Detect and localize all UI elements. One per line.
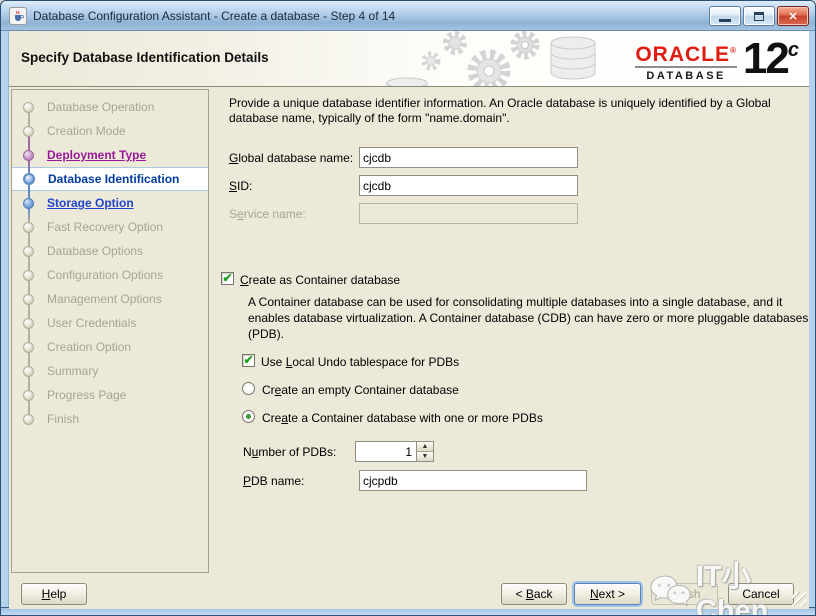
global-database-name-label: Global database name: bbox=[229, 151, 354, 165]
close-icon: ✕ bbox=[788, 10, 798, 23]
window-border-left bbox=[1, 31, 9, 609]
step-bullet bbox=[23, 125, 34, 137]
global-database-name-input[interactable] bbox=[359, 147, 578, 168]
sidebar-step-database-options: Database Options bbox=[12, 239, 208, 271]
sidebar-step-finish: Finish bbox=[12, 407, 208, 431]
logo-divider bbox=[635, 66, 737, 68]
dbca-window: Database Configuration Assistant - Creat… bbox=[0, 0, 816, 616]
step-bullet bbox=[23, 389, 34, 401]
radio-dot-icon bbox=[246, 414, 251, 419]
wizard-steps-sidebar: Database Operation Creation Mode Deploym… bbox=[11, 89, 209, 573]
sidebar-step-fast-recovery-option: Fast Recovery Option bbox=[12, 215, 208, 247]
service-name-label: Service name: bbox=[229, 207, 306, 221]
create-container-db-label: Create as Container database bbox=[240, 273, 401, 287]
edition-c: c bbox=[787, 39, 799, 61]
step-bullet bbox=[23, 149, 34, 161]
sid-input[interactable] bbox=[359, 175, 578, 196]
sidebar-step-creation-option: Creation Option bbox=[12, 335, 208, 367]
service-name-input bbox=[359, 203, 578, 224]
sidebar-step-progress-page: Progress Page bbox=[12, 383, 208, 415]
gears-database-art bbox=[386, 31, 596, 86]
step-bullet bbox=[23, 413, 34, 425]
local-undo-checkbox[interactable]: ✔ bbox=[242, 354, 255, 367]
create-container-with-pdbs-radio[interactable] bbox=[242, 410, 255, 423]
local-undo-label: Use Local Undo tablespace for PDBs bbox=[261, 355, 460, 369]
resize-grip[interactable] bbox=[792, 592, 806, 606]
number-of-pdbs-spinner: ▲ ▼ bbox=[417, 441, 434, 462]
version-12: 12 bbox=[742, 34, 790, 83]
step-bullet bbox=[23, 269, 34, 281]
content-area: Database Operation Creation Mode Deploym… bbox=[9, 87, 809, 609]
wizard-header: Specify Database Identification Details … bbox=[9, 31, 809, 86]
sidebar-step-user-credentials: User Credentials bbox=[12, 311, 208, 343]
registered-mark: ® bbox=[730, 46, 737, 55]
number-of-pdbs-input[interactable]: 1 bbox=[355, 441, 417, 462]
step-bullet-current bbox=[23, 173, 35, 185]
cancel-button[interactable]: Cancel bbox=[728, 583, 794, 605]
page-title: Specify Database Identification Details bbox=[21, 50, 269, 65]
oracle-wordmark: ORACLE bbox=[635, 43, 731, 66]
database-wordmark: DATABASE bbox=[646, 70, 726, 82]
back-button[interactable]: < Back bbox=[501, 583, 567, 605]
step-bullet bbox=[23, 365, 34, 377]
check-icon: ✔ bbox=[243, 352, 254, 367]
close-button[interactable]: ✕ bbox=[777, 6, 809, 26]
maximize-icon bbox=[754, 11, 764, 21]
sidebar-step-database-operation: Database Operation bbox=[12, 95, 208, 127]
minimize-button[interactable] bbox=[709, 6, 741, 26]
create-empty-container-radio[interactable] bbox=[242, 382, 255, 395]
step-bullet bbox=[23, 101, 34, 113]
titlebar[interactable]: Database Configuration Assistant - Creat… bbox=[1, 1, 815, 31]
sidebar-step-storage-option[interactable]: Storage Option bbox=[12, 191, 208, 223]
spinner-up-icon[interactable]: ▲ bbox=[417, 442, 433, 452]
pdb-name-input[interactable] bbox=[359, 470, 587, 491]
oracle-database-12c-logo: ORACLE® DATABASE 12 c bbox=[635, 37, 799, 82]
pdb-name-label: PDB name: bbox=[243, 474, 305, 488]
number-of-pdbs-label: Number of PDBs: bbox=[243, 445, 337, 459]
sidebar-step-deployment-type[interactable]: Deployment Type bbox=[12, 143, 208, 175]
sidebar-step-summary: Summary bbox=[12, 359, 208, 391]
finish-button: Finish bbox=[651, 583, 718, 605]
intro-text: Provide a unique database identifier inf… bbox=[229, 96, 771, 125]
minimize-icon bbox=[719, 18, 731, 22]
step-bullet bbox=[23, 245, 34, 257]
sidebar-step-creation-mode: Creation Mode bbox=[12, 119, 208, 151]
step-bullet bbox=[23, 293, 34, 305]
maximize-button[interactable] bbox=[743, 6, 775, 26]
sid-label: SID: bbox=[229, 179, 253, 193]
sidebar-step-configuration-options: Configuration Options bbox=[12, 263, 208, 295]
help-button[interactable]: Help bbox=[21, 583, 87, 605]
sidebar-step-management-options: Management Options bbox=[12, 287, 208, 319]
window-title: Database Configuration Assistant - Creat… bbox=[33, 8, 396, 23]
step-bullet bbox=[23, 197, 34, 209]
create-empty-container-label: Create an empty Container database bbox=[262, 383, 459, 397]
container-db-description: A Container database can be used for con… bbox=[248, 295, 809, 341]
java-coffee-cup-icon bbox=[9, 6, 27, 25]
step-bullet bbox=[23, 341, 34, 353]
create-container-db-checkbox[interactable]: ✔ bbox=[221, 272, 234, 285]
create-container-with-pdbs-label: Create a Container database with one or … bbox=[262, 411, 543, 425]
step-bullet bbox=[23, 317, 34, 329]
next-button[interactable]: Next > bbox=[574, 583, 641, 605]
sidebar-step-database-identification: Database Identification bbox=[12, 167, 208, 200]
check-icon: ✔ bbox=[222, 270, 233, 285]
step-bullet bbox=[23, 221, 34, 233]
spinner-down-icon[interactable]: ▼ bbox=[417, 452, 433, 461]
